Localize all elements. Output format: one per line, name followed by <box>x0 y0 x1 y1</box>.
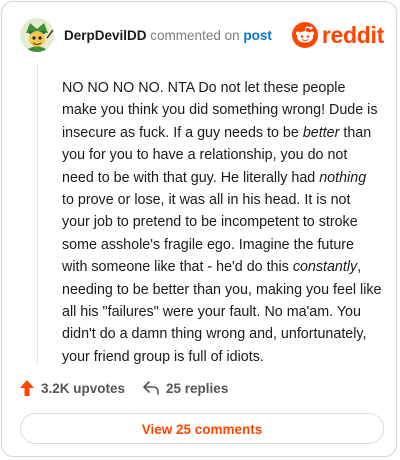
upvote-count: 3.2K upvotes <box>41 380 126 396</box>
reply-arrow-icon <box>143 381 159 395</box>
user-avatar[interactable] <box>20 18 54 52</box>
author-name[interactable]: DerpDevilDD <box>64 28 147 43</box>
comment-text: NO NO NO NO. NTA Do not let these people… <box>62 77 382 368</box>
replies-button[interactable]: 25 replies <box>143 381 228 396</box>
view-comments-button[interactable]: View 25 comments <box>20 413 384 444</box>
reply-count: 25 replies <box>166 380 229 396</box>
avatar-character-icon <box>20 18 54 52</box>
comment-card: DerpDevilDD commented on post reddit NO … <box>1 1 397 457</box>
upvote-button[interactable]: 3.2K upvotes <box>20 380 125 396</box>
comment-emphasis: nothing <box>319 169 367 186</box>
reddit-snoo-icon <box>291 22 318 48</box>
comment-meta: DerpDevilDD commented on post <box>64 28 272 43</box>
comment-actions: 3.2K upvotes 25 replies <box>20 378 228 398</box>
comment-header: DerpDevilDD commented on post reddit <box>20 16 384 56</box>
comment-emphasis: constantly <box>292 259 358 276</box>
reddit-logo[interactable]: reddit <box>291 21 384 49</box>
reddit-wordmark: reddit <box>321 21 384 48</box>
comment-body: NO NO NO NO. NTA Do not let these people… <box>62 77 382 368</box>
post-link[interactable]: post <box>243 28 272 43</box>
thread-line <box>37 64 38 364</box>
commented-on-text: commented on <box>150 28 240 43</box>
upvote-arrow-icon <box>20 380 34 396</box>
comment-emphasis: better <box>302 124 340 141</box>
